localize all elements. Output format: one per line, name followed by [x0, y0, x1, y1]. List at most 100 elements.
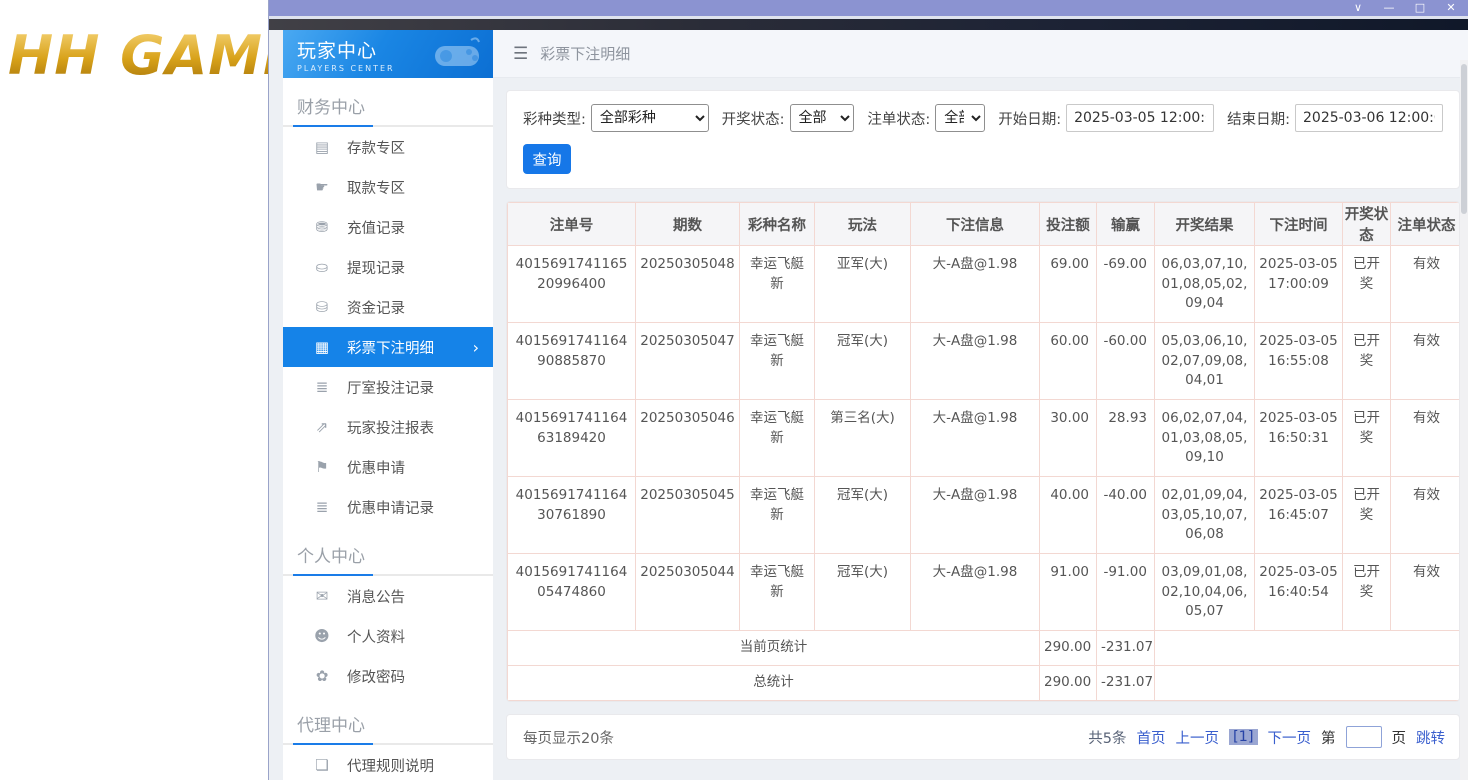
- gift-flag-icon: ⚑: [313, 458, 331, 476]
- cell-lottery-name: 幸运飞艇新: [740, 323, 815, 400]
- order-status-select[interactable]: 全部: [935, 104, 985, 132]
- sidebar-item-withdraw[interactable]: ☛ 取款专区: [283, 167, 493, 207]
- lottery-type-select[interactable]: 全部彩种: [591, 104, 709, 132]
- cell-bet-info: 大-A盘@1.98: [911, 400, 1040, 477]
- cell-bet-time: 2025-03-05 17:00:09: [1255, 246, 1343, 323]
- col-header-order-status: 注单状态: [1391, 203, 1461, 246]
- sidebar-item-withdrawal-records[interactable]: ⛀ 提现记录: [283, 247, 493, 287]
- jump-prefix-label: 第: [1321, 727, 1336, 748]
- app-body: 玩家中心 PLAYERS CENTER 财务中心 ▤ 存款专区 ☛ 取款专区: [269, 30, 1468, 780]
- scrollbar-thumb[interactable]: [1461, 64, 1467, 214]
- scrollbar[interactable]: [1460, 60, 1468, 780]
- cell-bet-amount: 30.00: [1040, 400, 1097, 477]
- summary-winloss-total: -231.07: [1097, 631, 1155, 666]
- end-date-label: 结束日期:: [1227, 108, 1290, 129]
- cell-order-status: 有效: [1391, 400, 1461, 477]
- cell-winloss: -60.00: [1097, 323, 1155, 400]
- start-date-label: 开始日期:: [998, 108, 1061, 129]
- sidebar-item-player-bet-report[interactable]: ⇗ 玩家投注报表: [283, 407, 493, 447]
- cell-bet-no: 401569174116405474860: [508, 554, 636, 631]
- gear-icon: ✿: [313, 667, 331, 685]
- window-maximize-icon[interactable]: □: [1413, 0, 1427, 16]
- cell-order-status: 有效: [1391, 323, 1461, 400]
- cell-period: 20250305048: [636, 246, 740, 323]
- sidebar-section-personal: 个人中心: [283, 527, 493, 574]
- window-close-icon[interactable]: ✕: [1444, 0, 1458, 16]
- summary-row-grand-total: 总统计 290.00 -231.07: [508, 666, 1461, 701]
- table-row: 401569174116463189420 20250305046 幸运飞艇新 …: [508, 400, 1461, 477]
- sidebar-item-profile[interactable]: ☻ 个人资料: [283, 616, 493, 656]
- cell-lottery-name: 幸运飞艇新: [740, 477, 815, 554]
- sidebar-item-announcements[interactable]: ✉ 消息公告: [283, 576, 493, 616]
- draw-status-select[interactable]: 全部: [790, 104, 855, 132]
- cell-draw-result: 05,03,06,10,02,07,09,08,04,01: [1155, 323, 1255, 400]
- draw-status-label: 开奖状态:: [722, 108, 785, 129]
- bell-icon: ✉: [313, 587, 331, 605]
- hamburger-menu-icon[interactable]: ☰: [513, 44, 528, 64]
- table-row: 401569174116490885870 20250305047 幸运飞艇新 …: [508, 323, 1461, 400]
- cell-draw-status: 已开奖: [1343, 400, 1391, 477]
- bet-details-table-card: 注单号 期数 彩种名称 玩法 下注信息 投注额 输赢 开奖结果 下注时间 开奖状…: [506, 201, 1460, 702]
- sidebar-item-hall-bet-records[interactable]: ≣ 厅室投注记录: [283, 367, 493, 407]
- gamepad-icon: [431, 36, 485, 74]
- cell-bet-no: 401569174116520996400: [508, 246, 636, 323]
- first-page-link[interactable]: 首页: [1136, 727, 1165, 748]
- person-icon: ☻: [313, 627, 331, 645]
- summary-empty: [1155, 631, 1461, 666]
- cell-period: 20250305046: [636, 400, 740, 477]
- list-icon: ≣: [313, 498, 331, 516]
- cell-bet-amount: 40.00: [1040, 477, 1097, 554]
- summary-bet-total: 290.00: [1040, 631, 1097, 666]
- query-button[interactable]: 查询: [523, 144, 571, 174]
- cell-play-type: 亚军(大): [815, 246, 911, 323]
- cell-period: 20250305044: [636, 554, 740, 631]
- sidebar-item-promo-apply[interactable]: ⚑ 优惠申请: [283, 447, 493, 487]
- sidebar-item-fund-records[interactable]: ⛁ 资金记录: [283, 287, 493, 327]
- cell-period: 20250305047: [636, 323, 740, 400]
- cell-bet-info: 大-A盘@1.98: [911, 323, 1040, 400]
- sidebar-item-label: 提现记录: [347, 257, 405, 278]
- app-window: ∨ — □ ✕ 玩家中心 PLAYERS CENTER 财务中心: [268, 0, 1468, 780]
- col-header-bet-info: 下注信息: [911, 203, 1040, 246]
- cell-order-status: 有效: [1391, 554, 1461, 631]
- cell-draw-result: 02,01,09,04,03,05,10,07,06,08: [1155, 477, 1255, 554]
- sidebar-item-recharge-records[interactable]: ⛃ 充值记录: [283, 207, 493, 247]
- summary-empty: [1155, 666, 1461, 701]
- deposit-card-icon: ▤: [313, 138, 331, 156]
- start-date-input[interactable]: [1066, 104, 1214, 132]
- sidebar-item-deposit[interactable]: ▤ 存款专区: [283, 127, 493, 167]
- list-icon: ≣: [313, 378, 331, 396]
- table-row: 401569174116430761890 20250305045 幸运飞艇新 …: [508, 477, 1461, 554]
- sidebar-item-label: 修改密码: [347, 666, 405, 687]
- window-collapse-icon[interactable]: ∨: [1351, 0, 1365, 16]
- cell-bet-amount: 60.00: [1040, 323, 1097, 400]
- cell-order-status: 有效: [1391, 246, 1461, 323]
- chevron-right-icon: ›: [473, 338, 479, 357]
- cell-play-type: 冠军(大): [815, 554, 911, 631]
- cell-draw-status: 已开奖: [1343, 246, 1391, 323]
- page-jump-input[interactable]: [1346, 726, 1382, 748]
- cell-bet-no: 401569174116490885870: [508, 323, 636, 400]
- cell-bet-time: 2025-03-05 16:40:54: [1255, 554, 1343, 631]
- prev-page-link[interactable]: 上一页: [1175, 727, 1219, 748]
- jump-button[interactable]: 跳转: [1416, 727, 1445, 748]
- browser-toolbar-strip: [269, 19, 1468, 30]
- cell-lottery-name: 幸运飞艇新: [740, 554, 815, 631]
- sidebar-item-label: 代理规则说明: [347, 755, 434, 776]
- order-status-label: 注单状态:: [867, 108, 930, 129]
- sidebar-item-promo-apply-records[interactable]: ≣ 优惠申请记录: [283, 487, 493, 527]
- ticket-list-icon: ▦: [313, 338, 331, 356]
- end-date-input[interactable]: [1295, 104, 1443, 132]
- cell-lottery-name: 幸运飞艇新: [740, 400, 815, 477]
- sidebar-section-finance: 财务中心: [283, 78, 493, 125]
- window-minimize-icon[interactable]: —: [1382, 0, 1396, 16]
- cell-winloss: 28.93: [1097, 400, 1155, 477]
- sidebar: 玩家中心 PLAYERS CENTER 财务中心 ▤ 存款专区 ☛ 取款专区: [283, 30, 493, 780]
- topbar: ☰ 彩票下注明细: [493, 30, 1468, 78]
- sidebar-item-change-password[interactable]: ✿ 修改密码: [283, 656, 493, 696]
- window-titlebar: ∨ — □ ✕: [269, 0, 1468, 16]
- cell-draw-status: 已开奖: [1343, 554, 1391, 631]
- sidebar-item-agent-rules[interactable]: ❏ 代理规则说明: [283, 745, 493, 780]
- sidebar-item-lottery-bet-details[interactable]: ▦ 彩票下注明细 ›: [283, 327, 493, 367]
- next-page-link[interactable]: 下一页: [1268, 727, 1312, 748]
